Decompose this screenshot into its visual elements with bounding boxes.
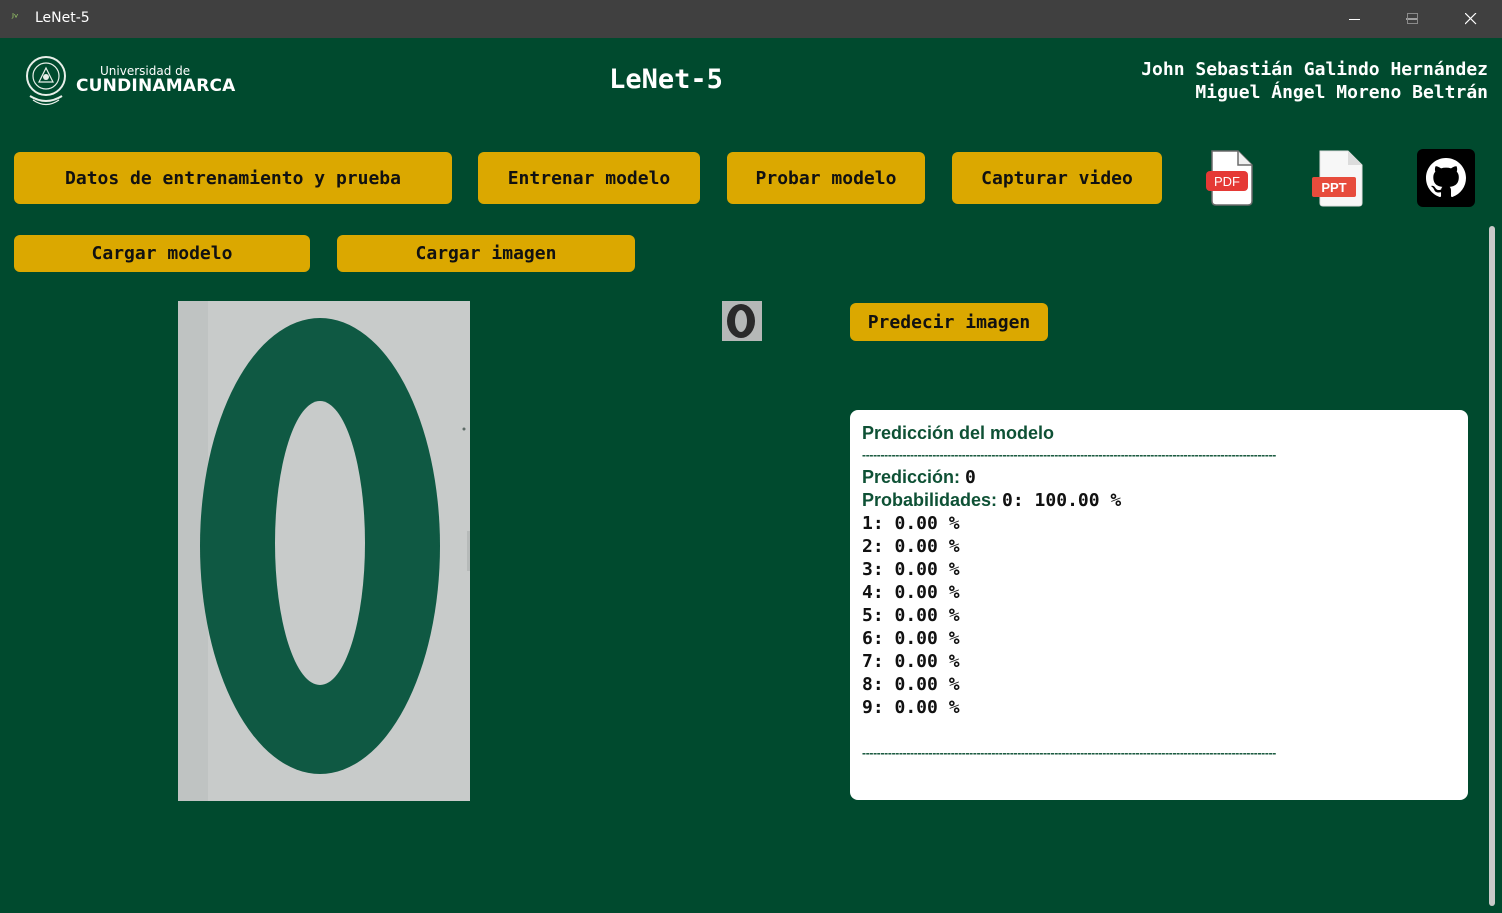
minimize-control[interactable]: [1326, 0, 1384, 38]
training-data-button[interactable]: Datos de entrenamiento y prueba: [14, 152, 452, 204]
pdf-file-icon: PDF: [1206, 150, 1253, 206]
train-model-button[interactable]: Entrenar modelo: [478, 152, 700, 204]
pdf-label: PDF: [1214, 174, 1240, 189]
logo-name: CUNDINAMARCA: [76, 76, 236, 96]
separator-top: ----------------------------------------…: [862, 448, 1276, 462]
loaded-image: [178, 301, 470, 801]
digit-zero-thumbnail: [722, 301, 762, 341]
close-icon: [1465, 13, 1477, 25]
ppt-file-icon: PPT: [1312, 150, 1363, 207]
app-icon: ᴶᵛ: [12, 11, 19, 24]
separator-bottom: ----------------------------------------…: [862, 746, 1276, 760]
load-model-button[interactable]: Cargar modelo: [14, 235, 310, 272]
probability-0: 0: 100.00 %: [1002, 490, 1122, 511]
window-title: LeNet-5: [35, 10, 90, 26]
probability-1: 1: 0.00 %: [862, 513, 960, 534]
probability-4: 4: 0.00 %: [862, 582, 960, 603]
prediction-value: 0: [965, 467, 976, 488]
maximize-control[interactable]: [1384, 0, 1442, 38]
probabilities-row: Probabilidades: 0: 100.00 %: [862, 489, 1456, 512]
pdf-link[interactable]: PDF: [1206, 149, 1256, 207]
load-image-button[interactable]: Cargar imagen: [337, 235, 635, 272]
page-title: LeNet-5: [609, 64, 723, 95]
maximize-icon: [1407, 13, 1418, 24]
vertical-scrollbar[interactable]: [1489, 226, 1495, 906]
prediction-label: Predicción:: [862, 467, 961, 487]
prediction-panel: Predicción del modelo ------------------…: [850, 410, 1468, 800]
github-icon: [1426, 158, 1466, 198]
ppt-label: PPT: [1321, 180, 1346, 195]
author-2: Miguel Ángel Moreno Beltrán: [1195, 82, 1488, 103]
university-seal-icon: [26, 56, 66, 106]
capture-video-button[interactable]: Capturar video: [952, 152, 1162, 204]
probability-5: 5: 0.00 %: [862, 605, 960, 626]
probability-8: 8: 0.00 %: [862, 674, 960, 695]
authors: John Sebastián Galindo Hernández Miguel …: [1141, 58, 1488, 104]
test-model-button[interactable]: Probar modelo: [727, 152, 925, 204]
ppt-link[interactable]: PPT: [1310, 149, 1364, 207]
author-1: John Sebastián Galindo Hernández: [1141, 59, 1488, 80]
probability-9: 9: 0.00 %: [862, 697, 960, 718]
processed-thumbnail: [722, 301, 762, 341]
probability-6: 6: 0.00 %: [862, 628, 960, 649]
digit-zero-image: [178, 301, 470, 801]
predict-image-button[interactable]: Predecir imagen: [850, 303, 1048, 341]
probability-7: 7: 0.00 %: [862, 651, 960, 672]
github-link[interactable]: [1417, 149, 1475, 207]
prediction-row: Predicción: 0: [862, 466, 1456, 489]
prediction-title: Predicción del modelo: [862, 423, 1055, 443]
probability-3: 3: 0.00 %: [862, 559, 960, 580]
probability-2: 2: 0.00 %: [862, 536, 960, 557]
university-logo: Universidad de CUNDINAMARCA: [24, 52, 235, 112]
probabilities-label: Probabilidades:: [862, 490, 998, 510]
app-window: ᴶᵛ LeNet-5 Universidad de CUNDINAMARCA L…: [0, 0, 1502, 913]
close-control[interactable]: [1442, 0, 1500, 38]
title-bar: ᴶᵛ LeNet-5: [0, 0, 1502, 38]
minimize-icon: [1349, 19, 1360, 20]
